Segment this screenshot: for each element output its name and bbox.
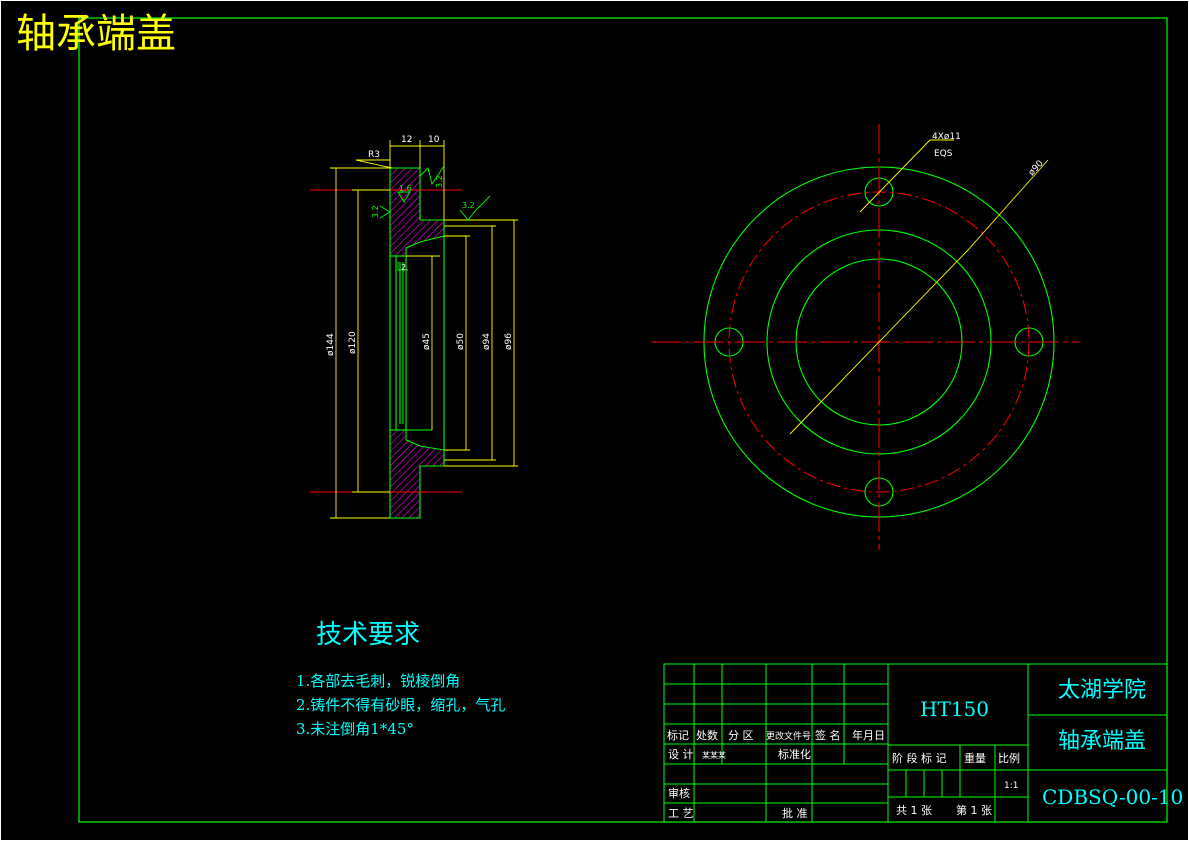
requirements-heading: 技术要求 (316, 620, 421, 650)
page-title: 轴承端盖 (16, 11, 176, 57)
designer-name: 某某某 (702, 751, 726, 760)
roughness-top-right: 3.2 (435, 175, 444, 188)
dim-d144: ø144 (326, 333, 336, 356)
hdr-sign: 签 名 (815, 728, 841, 742)
drawing-number: CDBSQ-00-10 (1042, 785, 1183, 809)
front-dimension-lines (789, 139, 1049, 435)
drawing-canvas: R3 12 10 ø144 ø120 ø45 ø50 ø94 ø96 2 3.2… (0, 0, 1189, 841)
dim-10: 10 (428, 135, 440, 145)
hdr-change-doc: 更改文件号 (766, 730, 811, 742)
ratio-label: 比例 (998, 751, 1020, 765)
roughness-top-mid: 1.6 (399, 184, 412, 193)
process-label: 工 艺 (668, 807, 694, 820)
requirement-item-1: 1.各部去毛刺，锐棱倒角 (296, 672, 461, 690)
drawing-frame (78, 17, 1168, 823)
section-view (310, 140, 518, 519)
check-label: 审核 (668, 786, 690, 800)
dim-12: 12 (401, 135, 412, 145)
dim-d50: ø50 (456, 333, 466, 350)
material: HT150 (920, 697, 989, 721)
front-view (651, 124, 1080, 550)
dim-d45: ø45 (422, 333, 432, 350)
sheet-number: 第 1 张 (956, 803, 992, 817)
roughness-right: 3.2 (462, 201, 475, 210)
total-sheets: 共 1 张 (896, 804, 932, 817)
dim-d96: ø96 (504, 333, 514, 350)
holes-label: 4Xø11 (932, 132, 961, 142)
hdr-count: 处数 (696, 729, 718, 742)
design-label: 设 计 (668, 748, 694, 761)
dim-d94: ø94 (482, 333, 492, 350)
holes-eqs: EQS (934, 149, 953, 159)
dim-r3: R3 (368, 150, 380, 160)
section-hatch-bottom (389, 429, 445, 519)
requirement-item-3: 3.未注倒角1*45° (296, 720, 414, 738)
stage-mark-label: 阶 段 标 记 (892, 751, 947, 765)
school-name: 太湖学院 (1058, 678, 1146, 703)
sheet-edge (0, 0, 1189, 841)
hdr-mark: 标记 (667, 728, 689, 742)
approve-label: 批 准 (782, 806, 808, 820)
drawing-labels: R3 12 10 ø144 ø120 ø45 ø50 ø94 ø96 2 3.2… (326, 132, 1183, 820)
dim-small: 2 (401, 263, 406, 272)
weight-label: 重量 (964, 751, 986, 765)
standardize-label: 标准化 (778, 747, 811, 761)
roughness-left: 3.2 (371, 205, 380, 218)
part-name: 轴承端盖 (1058, 729, 1146, 754)
hdr-date: 年月日 (852, 728, 885, 742)
scale-value: 1:1 (1004, 781, 1018, 791)
requirement-item-2: 2.铸件不得有砂眼，缩孔，气孔 (296, 696, 506, 714)
pcd-label: ø90 (1027, 159, 1046, 178)
dim-d120: ø120 (348, 331, 358, 354)
hdr-zone: 分 区 (728, 729, 754, 742)
